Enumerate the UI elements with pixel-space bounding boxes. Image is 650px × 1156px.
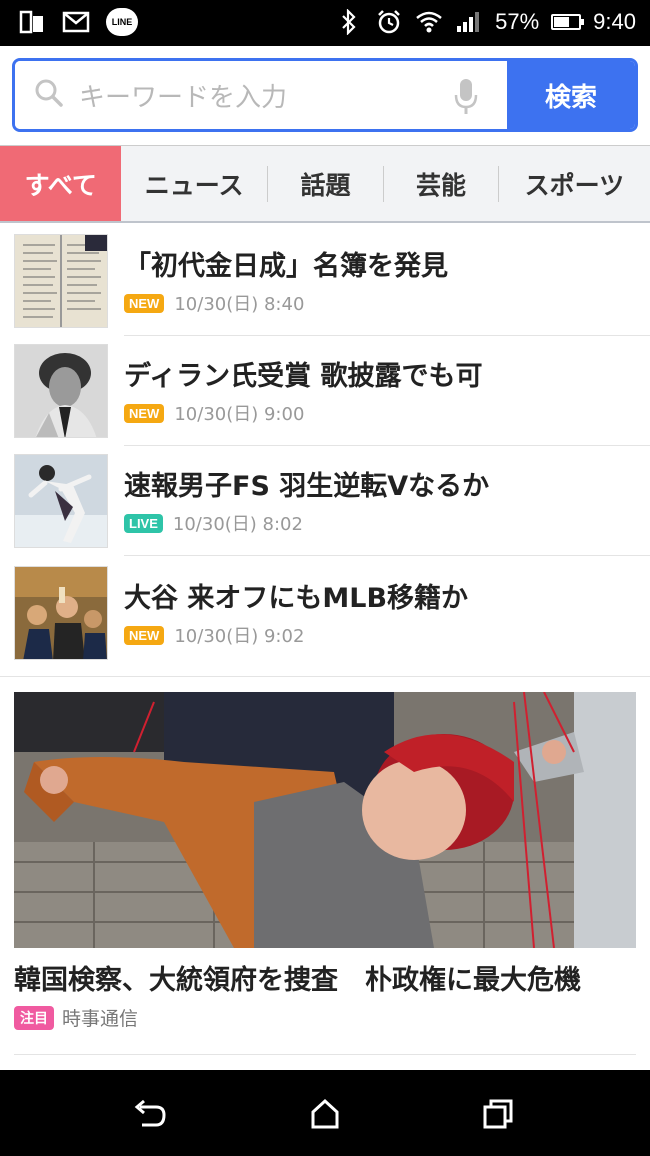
news-item[interactable]: 「初代金日成」名簿を発見 NEW 10/30(日) 8:40 xyxy=(0,226,650,336)
alarm-icon xyxy=(375,8,403,36)
news-date: 10/30(日) 9:02 xyxy=(174,626,305,647)
feature-meta: 注目 時事通信 xyxy=(14,1004,138,1031)
microphone-icon[interactable] xyxy=(453,77,479,121)
gmail-icon xyxy=(62,8,90,36)
battery-fill xyxy=(554,17,569,27)
home-icon[interactable] xyxy=(305,1094,345,1134)
multi-window-icon xyxy=(18,8,46,36)
navigation-bar xyxy=(0,1070,650,1156)
baseball-photo-icon xyxy=(14,566,108,660)
status-bar: LINE 57% 9:40 xyxy=(0,0,650,46)
search-icon xyxy=(33,77,65,113)
news-item[interactable]: 大谷 来オフにもMLB移籍か NEW 10/30(日) 9:02 xyxy=(0,558,650,668)
battery-icon xyxy=(551,14,585,30)
news-title: 速報男子FS 羽生逆転Vなるか xyxy=(124,471,490,502)
news-title: 「初代金日成」名簿を発見 xyxy=(124,251,448,282)
news-meta: NEW 10/30(日) 9:00 xyxy=(124,400,304,426)
news-item[interactable]: ディラン氏受賞 歌披露でも可 NEW 10/30(日) 9:00 xyxy=(0,336,650,446)
search-placeholder: キーワードを入力 xyxy=(79,82,288,113)
tab-entertainment[interactable]: 芸能 xyxy=(384,146,497,221)
news-meta: NEW 10/30(日) 8:40 xyxy=(124,290,304,316)
feature-photo[interactable] xyxy=(14,692,636,948)
news-title: 大谷 来オフにもMLB移籍か xyxy=(124,583,469,614)
new-badge: NEW xyxy=(124,625,165,645)
wifi-icon xyxy=(415,8,443,36)
tab-sports[interactable]: スポーツ xyxy=(499,146,650,221)
news-meta: LIVE 10/30(日) 8:02 xyxy=(124,510,303,536)
live-badge: LIVE xyxy=(124,513,163,533)
search-bar: キーワードを入力 検索 xyxy=(12,58,638,132)
tab-news[interactable]: ニュース xyxy=(121,146,266,221)
section-divider xyxy=(0,676,650,677)
divider xyxy=(14,1054,636,1055)
news-meta: NEW 10/30(日) 9:02 xyxy=(124,622,304,648)
divider xyxy=(124,555,650,556)
tab-all[interactable]: すべて xyxy=(0,146,122,221)
feature-title[interactable]: 韓国検察、大統領府を捜査 朴政権に最大危機 xyxy=(14,958,581,997)
line-app-icon: LINE xyxy=(106,8,138,36)
skater-photo-icon xyxy=(14,454,108,548)
featured-badge: 注目 xyxy=(14,1005,54,1030)
signal-icon xyxy=(455,8,483,36)
clock: 9:40 xyxy=(593,9,636,34)
recent-apps-icon[interactable] xyxy=(478,1094,518,1134)
category-tabs: すべて ニュース 話題 芸能 スポーツ xyxy=(0,145,650,223)
search-button[interactable]: 検索 xyxy=(507,61,635,129)
bluetooth-icon xyxy=(335,8,363,36)
portrait-photo-icon xyxy=(14,344,108,438)
news-item[interactable]: 速報男子FS 羽生逆転Vなるか LIVE 10/30(日) 8:02 xyxy=(0,446,650,556)
battery-percent: 57% xyxy=(495,9,540,34)
news-title: ディラン氏受賞 歌披露でも可 xyxy=(124,361,483,392)
document-photo-icon xyxy=(14,234,108,328)
feature-source: 時事通信 xyxy=(62,1008,139,1030)
new-badge: NEW xyxy=(124,293,165,313)
back-icon[interactable] xyxy=(130,1094,170,1134)
tab-topics[interactable]: 話題 xyxy=(268,146,383,221)
news-date: 10/30(日) 8:02 xyxy=(172,514,303,535)
new-badge: NEW xyxy=(124,403,165,423)
news-date: 10/30(日) 8:40 xyxy=(174,294,305,315)
news-date: 10/30(日) 9:00 xyxy=(174,404,305,425)
search-input[interactable]: キーワードを入力 xyxy=(15,61,507,129)
